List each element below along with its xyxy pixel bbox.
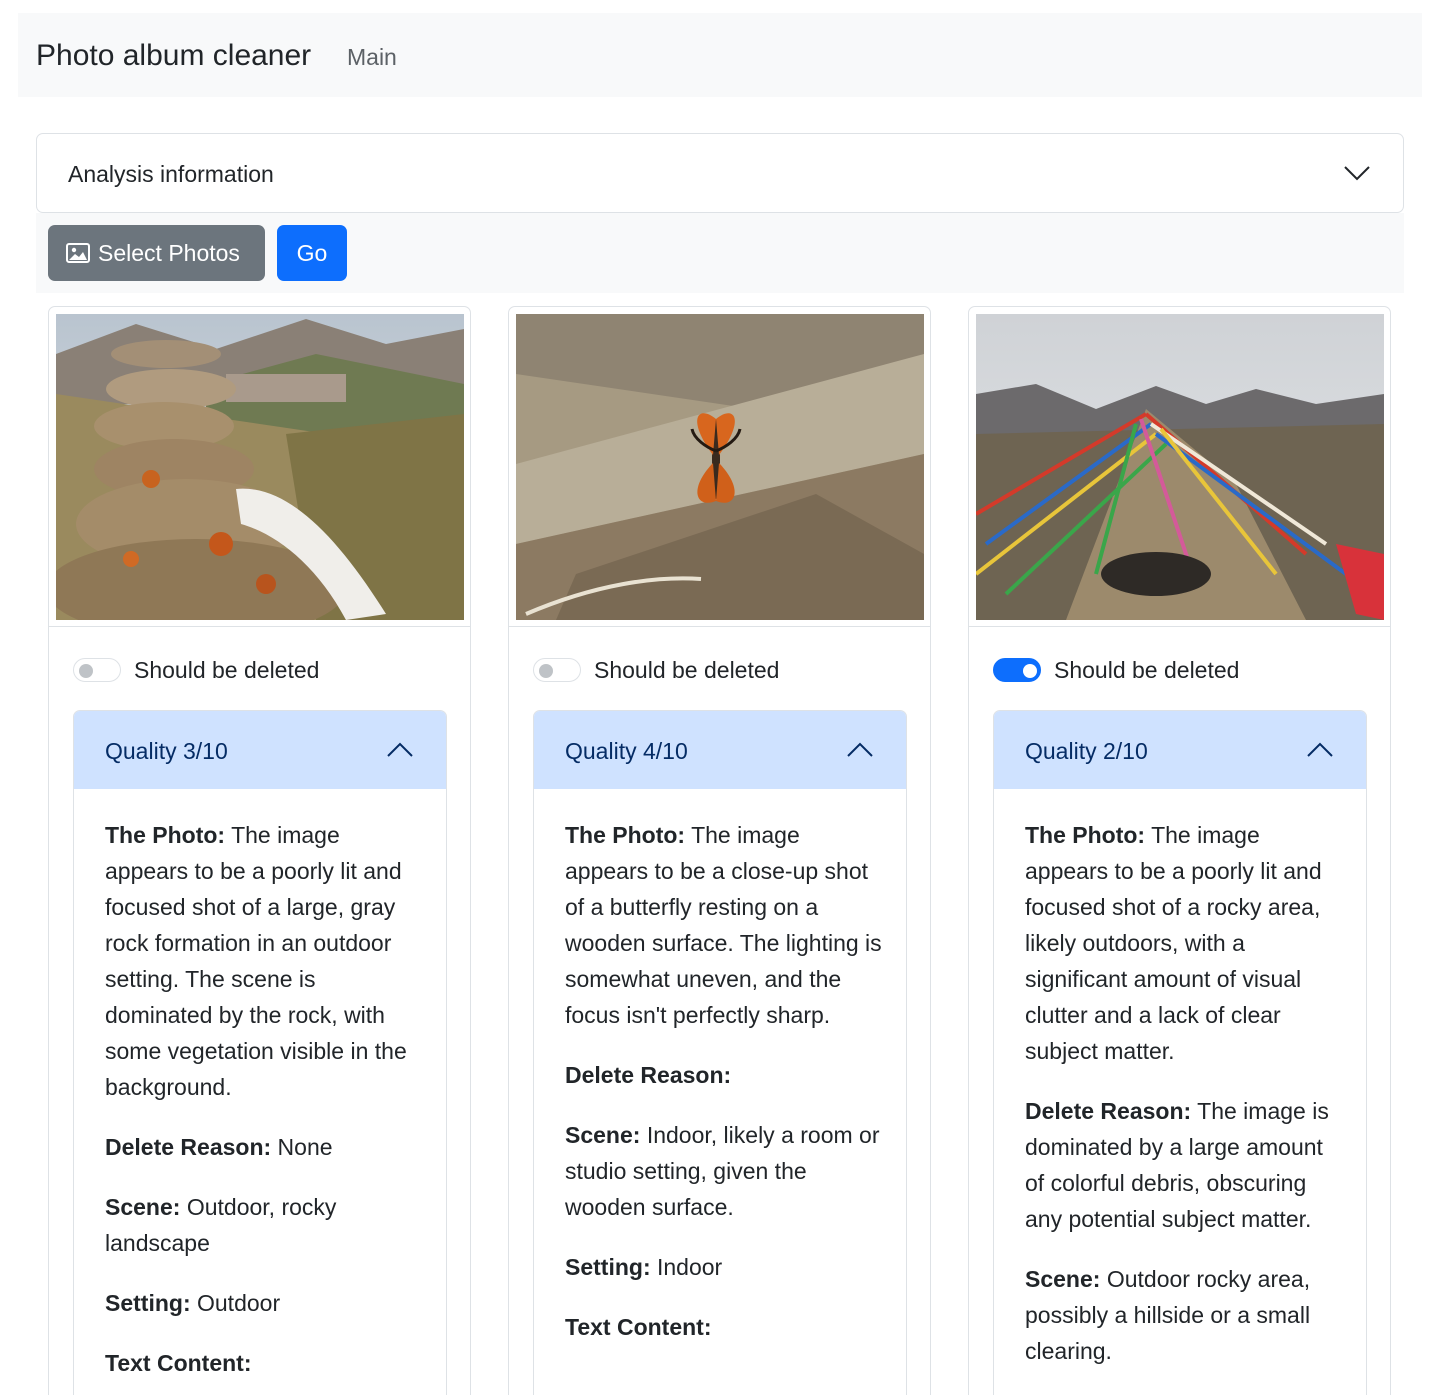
delete-reason: Delete Reason: None xyxy=(105,1134,333,1160)
delete-reason: Delete Reason: xyxy=(565,1062,732,1088)
navbar: Photo album cleaner Main xyxy=(18,13,1422,97)
select-photos-label: Select Photos xyxy=(98,239,240,266)
delete-toggle[interactable] xyxy=(993,658,1041,682)
setting: Setting: Indoor xyxy=(565,1254,723,1280)
delete-toggle-label: Should be deleted xyxy=(594,656,780,683)
delete-toggle[interactable] xyxy=(533,658,581,682)
chevron-up-icon[interactable] xyxy=(846,742,874,758)
quality-accordion: Quality 3/10 The Photo: The image appear… xyxy=(73,710,447,1395)
quality-header[interactable]: Quality 3/10 xyxy=(74,711,446,789)
delete-toggle-row: Should be deleted xyxy=(993,657,1239,683)
chevron-up-icon[interactable] xyxy=(1306,742,1334,758)
delete-toggle-row: Should be deleted xyxy=(533,657,779,683)
delete-toggle-label: Should be deleted xyxy=(134,656,320,683)
quality-accordion: Quality 4/10 The Photo: The image appear… xyxy=(533,710,907,1395)
photo-description: The Photo: The image appears to be a poo… xyxy=(1025,822,1322,1064)
photo-card: Should be deleted Quality 2/10 The Photo… xyxy=(968,306,1391,1395)
quality-header[interactable]: Quality 4/10 xyxy=(534,711,906,789)
photo-prayer-flags xyxy=(976,314,1384,620)
photo-description: The Photo: The image appears to be a poo… xyxy=(105,822,407,1100)
photo-card: Should be deleted Quality 3/10 The Photo… xyxy=(48,306,471,1395)
quality-score: Quality 4/10 xyxy=(565,738,688,764)
delete-toggle[interactable] xyxy=(73,658,121,682)
scene: Scene: Indoor, likely a room or studio s… xyxy=(565,1122,880,1220)
toolbar: Select Photos Go xyxy=(36,213,1404,293)
delete-toggle-row: Should be deleted xyxy=(73,657,319,683)
photo-description: The Photo: The image appears to be a clo… xyxy=(565,822,882,1028)
image-icon xyxy=(66,243,90,263)
delete-toggle-label: Should be deleted xyxy=(1054,656,1240,683)
text-content: Text Content: xyxy=(565,1314,712,1340)
scene: Scene: Outdoor, rocky landscape xyxy=(105,1194,337,1256)
quality-details: The Photo: The image appears to be a poo… xyxy=(1025,817,1345,1393)
photo-frame xyxy=(969,307,1390,627)
analysis-accordion[interactable]: Analysis information xyxy=(36,133,1404,213)
photo-rock-cairn xyxy=(56,314,464,620)
quality-header[interactable]: Quality 2/10 xyxy=(994,711,1366,789)
chevron-down-icon[interactable] xyxy=(1343,165,1371,181)
photo-butterfly xyxy=(516,314,924,620)
nav-link-main[interactable]: Main xyxy=(347,44,397,71)
setting: Setting: Outdoor xyxy=(105,1290,281,1316)
photo-frame xyxy=(509,307,930,627)
quality-details: The Photo: The image appears to be a clo… xyxy=(565,817,885,1369)
analysis-title: Analysis information xyxy=(68,161,274,187)
navbar-brand[interactable]: Photo album cleaner xyxy=(36,39,311,73)
quality-score: Quality 2/10 xyxy=(1025,738,1148,764)
text-content: Text Content: xyxy=(105,1350,252,1376)
scene: Scene: Outdoor rocky area, possibly a hi… xyxy=(1025,1266,1311,1364)
delete-reason: Delete Reason: The image is dominated by… xyxy=(1025,1098,1329,1232)
photo-frame xyxy=(49,307,470,627)
quality-details: The Photo: The image appears to be a poo… xyxy=(105,817,425,1395)
photo-card: Should be deleted Quality 4/10 The Photo… xyxy=(508,306,931,1395)
select-photos-button[interactable]: Select Photos xyxy=(48,225,265,281)
quality-accordion: Quality 2/10 The Photo: The image appear… xyxy=(993,710,1367,1395)
chevron-up-icon[interactable] xyxy=(386,742,414,758)
go-button[interactable]: Go xyxy=(277,225,347,281)
quality-score: Quality 3/10 xyxy=(105,738,228,764)
